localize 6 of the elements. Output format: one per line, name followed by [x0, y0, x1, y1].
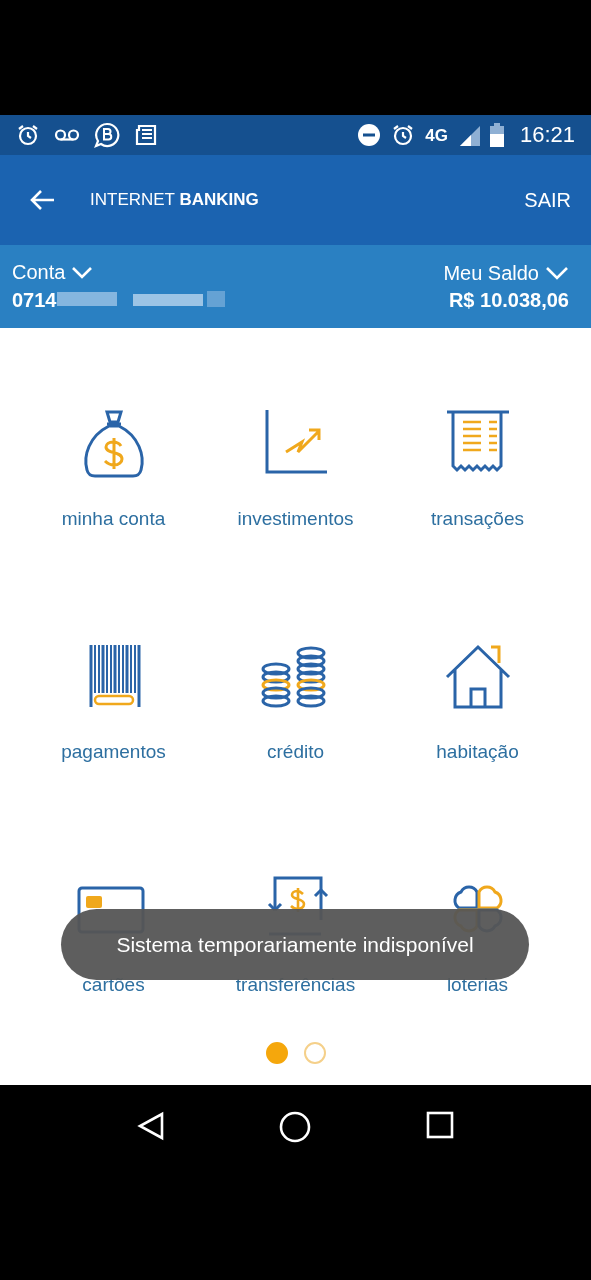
network-type: 4G — [425, 126, 448, 146]
account-number: 0714 — [12, 288, 57, 312]
app-title: INTERNET BANKING — [90, 190, 260, 210]
unavailable-toast: Sistema temporariamente indisponível — [61, 909, 529, 980]
clock: 16:21 — [519, 122, 575, 148]
balance-amount: R$ 10.038,06 — [448, 288, 569, 312]
